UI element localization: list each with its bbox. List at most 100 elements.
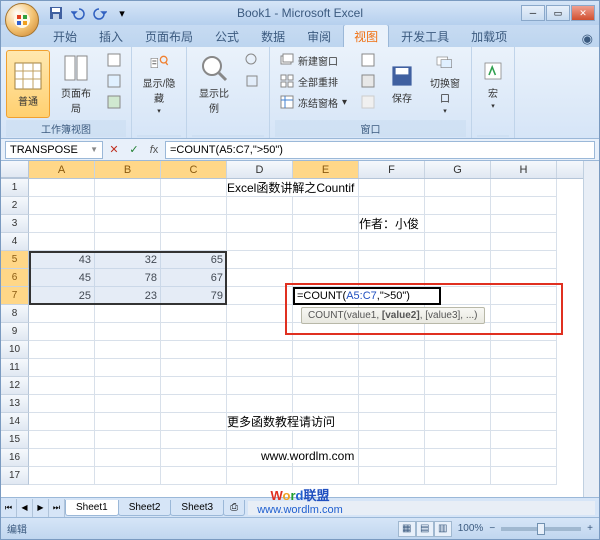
cell-B8[interactable] (95, 305, 161, 323)
row-header-14[interactable]: 14 (1, 413, 29, 431)
cell-H2[interactable] (491, 197, 557, 215)
cell-D2[interactable] (227, 197, 293, 215)
cell-H12[interactable] (491, 377, 557, 395)
cell-G17[interactable] (425, 467, 491, 485)
col-header-D[interactable]: D (227, 161, 293, 178)
cell-D12[interactable] (227, 377, 293, 395)
redo-icon[interactable] (91, 4, 109, 22)
new-sheet-button[interactable]: ⎙ (223, 500, 245, 516)
cell-A13[interactable] (29, 395, 95, 413)
cell-F5[interactable] (359, 251, 425, 269)
select-all-corner[interactable] (1, 161, 29, 178)
cell-F14[interactable] (359, 413, 425, 431)
cell-C7[interactable]: 79 (161, 287, 227, 305)
cell-C14[interactable] (161, 413, 227, 431)
cell-F11[interactable] (359, 359, 425, 377)
cell-F9[interactable] (359, 323, 425, 341)
row-header-2[interactable]: 2 (1, 197, 29, 215)
horizontal-scrollbar[interactable] (248, 501, 595, 515)
vertical-scrollbar[interactable] (583, 161, 599, 497)
cell-D5[interactable] (227, 251, 293, 269)
cell-B2[interactable] (95, 197, 161, 215)
cell-F10[interactable] (359, 341, 425, 359)
status-normal-view[interactable]: ▦ (398, 521, 416, 537)
cell-G10[interactable] (425, 341, 491, 359)
cell-H15[interactable] (491, 431, 557, 449)
cell-A7[interactable]: 25 (29, 287, 95, 305)
zoom-out-button[interactable]: − (489, 523, 495, 534)
tab-data[interactable]: 数据 (251, 25, 295, 47)
col-header-G[interactable]: G (425, 161, 491, 178)
row-header-5[interactable]: 5 (1, 251, 29, 269)
tab-view[interactable]: 视图 (343, 24, 389, 47)
cell-F1[interactable] (359, 179, 425, 197)
name-box[interactable]: TRANSPOSE▼ (5, 141, 103, 159)
zoom-in-button[interactable]: + (587, 523, 593, 534)
undo-icon[interactable] (69, 4, 87, 22)
cell-D17[interactable] (227, 467, 293, 485)
cell-B9[interactable] (95, 323, 161, 341)
cell-F6[interactable] (359, 269, 425, 287)
cell-G3[interactable] (425, 215, 491, 233)
cell-D9[interactable] (227, 323, 293, 341)
cell-E10[interactable] (293, 341, 359, 359)
row-header-8[interactable]: 8 (1, 305, 29, 323)
cancel-formula-button[interactable]: ✕ (105, 141, 123, 159)
cell-B1[interactable] (95, 179, 161, 197)
cell-F17[interactable] (359, 467, 425, 485)
cell-A16[interactable] (29, 449, 95, 467)
col-header-C[interactable]: C (161, 161, 227, 178)
cell-H10[interactable] (491, 341, 557, 359)
accept-formula-button[interactable]: ✓ (125, 141, 143, 159)
normal-view-button[interactable]: 普通 (6, 50, 50, 118)
cell-B5[interactable]: 32 (95, 251, 161, 269)
cell-C13[interactable] (161, 395, 227, 413)
cell-D11[interactable] (227, 359, 293, 377)
active-cell-E7[interactable]: =COUNT(A5:C7,">50") (293, 287, 441, 305)
qat-dropdown-icon[interactable]: ▾ (113, 4, 131, 22)
row-header-13[interactable]: 13 (1, 395, 29, 413)
full-screen-button[interactable] (102, 92, 126, 112)
cell-D13[interactable] (227, 395, 293, 413)
cell-G5[interactable] (425, 251, 491, 269)
cell-G13[interactable] (425, 395, 491, 413)
cell-G11[interactable] (425, 359, 491, 377)
page-layout-view-button[interactable]: 页面布局 (54, 50, 98, 118)
cell-F15[interactable] (359, 431, 425, 449)
tab-developer[interactable]: 开发工具 (391, 25, 459, 47)
row-header-3[interactable]: 3 (1, 215, 29, 233)
cell-E13[interactable] (293, 395, 359, 413)
spreadsheet-grid[interactable]: A B C D E F G H 123454332656457867725237… (1, 161, 583, 497)
function-tooltip[interactable]: COUNT(value1, [value2], [value3], ...) (301, 307, 485, 324)
arrange-all-button[interactable]: 全部重排 (275, 71, 352, 91)
tab-nav-prev[interactable]: ◀ (17, 499, 33, 517)
cell-C15[interactable] (161, 431, 227, 449)
cell-C2[interactable] (161, 197, 227, 215)
cell-A10[interactable] (29, 341, 95, 359)
macros-button[interactable]: 宏 ▾ (477, 50, 509, 118)
zoom-button[interactable]: 显示比例 (192, 50, 236, 118)
row-header-7[interactable]: 7 (1, 287, 29, 305)
cell-A4[interactable] (29, 233, 95, 251)
tab-addins[interactable]: 加载项 (461, 25, 517, 47)
cell-E2[interactable] (293, 197, 359, 215)
col-header-B[interactable]: B (95, 161, 161, 178)
cell-B11[interactable] (95, 359, 161, 377)
cell-A14[interactable] (29, 413, 95, 431)
row-header-17[interactable]: 17 (1, 467, 29, 485)
cell-C6[interactable]: 67 (161, 269, 227, 287)
cell-A15[interactable] (29, 431, 95, 449)
cell-G16[interactable] (425, 449, 491, 467)
cell-G9[interactable] (425, 323, 491, 341)
cell-F2[interactable] (359, 197, 425, 215)
zoom-slider[interactable] (501, 527, 581, 531)
row-header-1[interactable]: 1 (1, 179, 29, 197)
page-break-preview-button[interactable] (102, 50, 126, 70)
cell-E17[interactable] (293, 467, 359, 485)
cell-C9[interactable] (161, 323, 227, 341)
cell-C12[interactable] (161, 377, 227, 395)
col-header-A[interactable]: A (29, 161, 95, 178)
cell-A17[interactable] (29, 467, 95, 485)
split-button[interactable] (356, 50, 380, 70)
cell-E12[interactable] (293, 377, 359, 395)
